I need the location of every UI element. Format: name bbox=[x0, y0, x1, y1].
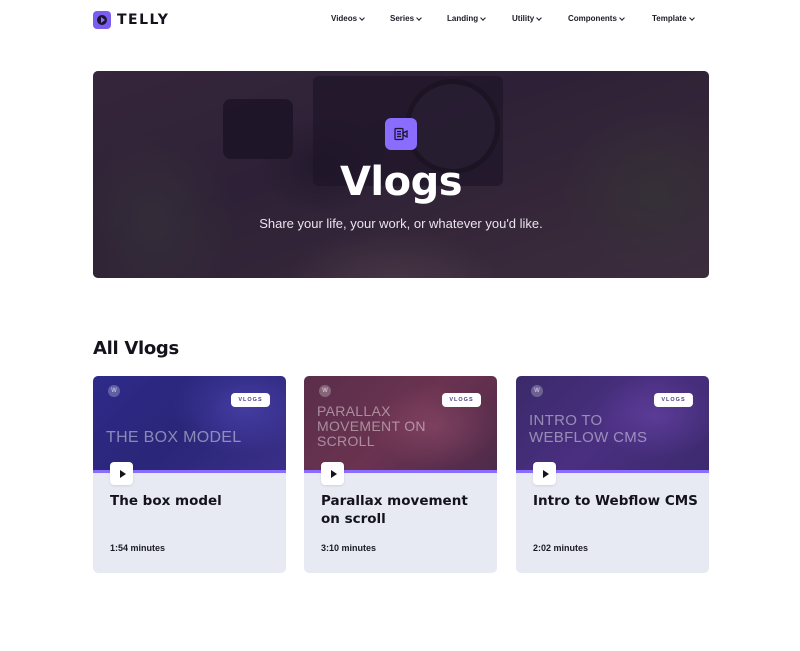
vlog-card-grid: W VLOGS THE BOX MODEL The box model 1:54… bbox=[93, 376, 709, 573]
vlog-duration: 3:10 minutes bbox=[321, 543, 377, 553]
play-logo-icon bbox=[93, 11, 111, 29]
vlog-duration: 1:54 minutes bbox=[110, 543, 166, 553]
chevron-down-icon bbox=[536, 14, 543, 21]
nav-item-label: Series bbox=[390, 14, 415, 23]
nav-item-utility[interactable]: Utility bbox=[512, 14, 568, 23]
category-tag[interactable]: VLOGS bbox=[442, 393, 481, 407]
chevron-down-icon bbox=[619, 14, 625, 21]
nav-item-label: Template bbox=[652, 14, 687, 23]
thumbnail-text: INTRO TO WEBFLOW CMS bbox=[529, 412, 648, 446]
nav-item-template[interactable]: Template bbox=[652, 14, 702, 23]
nav-item-components[interactable]: Components bbox=[568, 14, 652, 23]
hero-banner: Vlogs Share your life, your work, or wha… bbox=[93, 71, 709, 278]
page-title: Vlogs bbox=[339, 159, 463, 205]
play-icon[interactable] bbox=[321, 462, 344, 485]
thumbnail-text: THE BOX MODEL bbox=[106, 429, 242, 446]
play-icon[interactable] bbox=[110, 462, 133, 485]
webflow-logo-icon: W bbox=[531, 385, 543, 397]
vlog-thumbnail[interactable]: W VLOGS THE BOX MODEL bbox=[93, 376, 286, 473]
vlog-card[interactable]: W VLOGS INTRO TO WEBFLOW CMS Intro to We… bbox=[516, 376, 709, 573]
vlog-card[interactable]: W VLOGS PARALLAX MOVEMENT ON SCROLL Para… bbox=[304, 376, 497, 573]
section-title: All Vlogs bbox=[93, 338, 179, 359]
video-file-icon bbox=[385, 118, 417, 150]
chevron-down-icon bbox=[688, 14, 695, 21]
nav-item-series[interactable]: Series bbox=[390, 14, 447, 23]
brand-name: TELLY bbox=[117, 12, 170, 28]
category-tag[interactable]: VLOGS bbox=[654, 393, 693, 407]
site-header: TELLY Videos Series Landing Utility Comp… bbox=[0, 0, 800, 40]
brand-logo[interactable]: TELLY bbox=[93, 11, 169, 29]
vlog-thumbnail[interactable]: W VLOGS INTRO TO WEBFLOW CMS bbox=[516, 376, 709, 473]
page-subtitle: Share your life, your work, or whatever … bbox=[259, 216, 543, 231]
nav-item-label: Utility bbox=[512, 14, 535, 23]
chevron-down-icon bbox=[359, 14, 365, 21]
vlog-card[interactable]: W VLOGS THE BOX MODEL The box model 1:54… bbox=[93, 376, 286, 573]
nav-item-videos[interactable]: Videos bbox=[331, 14, 390, 23]
vlog-title[interactable]: The box model bbox=[110, 492, 275, 510]
play-icon[interactable] bbox=[533, 462, 556, 485]
vlog-duration: 2:02 minutes bbox=[533, 543, 589, 553]
nav-item-label: Landing bbox=[447, 14, 479, 23]
nav-item-label: Components bbox=[568, 14, 617, 23]
vlog-title[interactable]: Parallax movement on scroll bbox=[321, 492, 486, 528]
chevron-down-icon bbox=[416, 14, 422, 21]
nav-item-landing[interactable]: Landing bbox=[447, 14, 512, 23]
category-tag[interactable]: VLOGS bbox=[231, 393, 270, 407]
webflow-logo-icon: W bbox=[319, 385, 331, 397]
thumbnail-text: PARALLAX MOVEMENT ON SCROLL bbox=[317, 403, 426, 449]
vlog-thumbnail[interactable]: W VLOGS PARALLAX MOVEMENT ON SCROLL bbox=[304, 376, 497, 473]
webflow-logo-icon: W bbox=[108, 385, 120, 397]
chevron-down-icon bbox=[480, 14, 486, 21]
main-nav: Videos Series Landing Utility Components… bbox=[331, 14, 702, 23]
vlog-title[interactable]: Intro to Webflow CMS bbox=[533, 492, 698, 510]
nav-item-label: Videos bbox=[331, 14, 358, 23]
